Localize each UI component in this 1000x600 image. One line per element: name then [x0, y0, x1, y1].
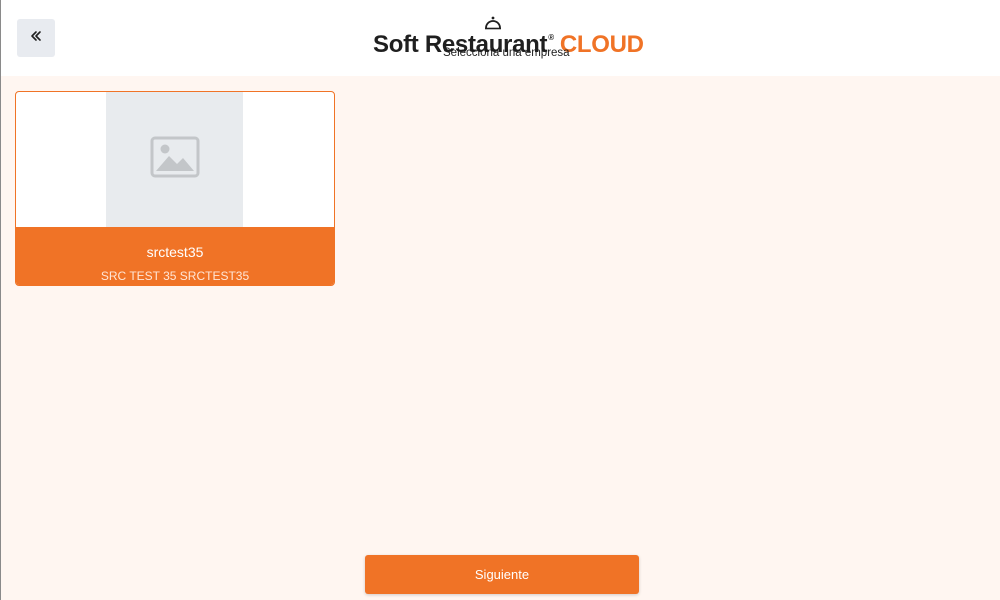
page-subtitle: Selecciona una empresa	[443, 47, 570, 59]
next-button[interactable]: Siguiente	[365, 555, 639, 594]
image-placeholder-icon	[150, 136, 200, 183]
company-image	[106, 92, 243, 227]
company-description: SRC TEST 35 SRCTEST35	[100, 269, 250, 283]
window-left-border	[0, 0, 1, 600]
back-button[interactable]	[17, 19, 55, 57]
company-card[interactable]: srctest35 SRC TEST 35 SRCTEST35	[15, 91, 335, 286]
header-bar: Soft Restaurant® CLOUD Selecciona una emp…	[1, 0, 1000, 76]
company-card-footer: srctest35 SRC TEST 35 SRCTEST35	[16, 227, 334, 285]
company-name: srctest35	[146, 244, 204, 260]
brand-cloud: CLOUD	[559, 31, 644, 58]
double-chevron-left-icon	[29, 29, 43, 48]
registered-mark: ®	[548, 33, 554, 42]
brand-logo: Soft Restaurant® CLOUD Selecciona una emp…	[373, 14, 644, 64]
